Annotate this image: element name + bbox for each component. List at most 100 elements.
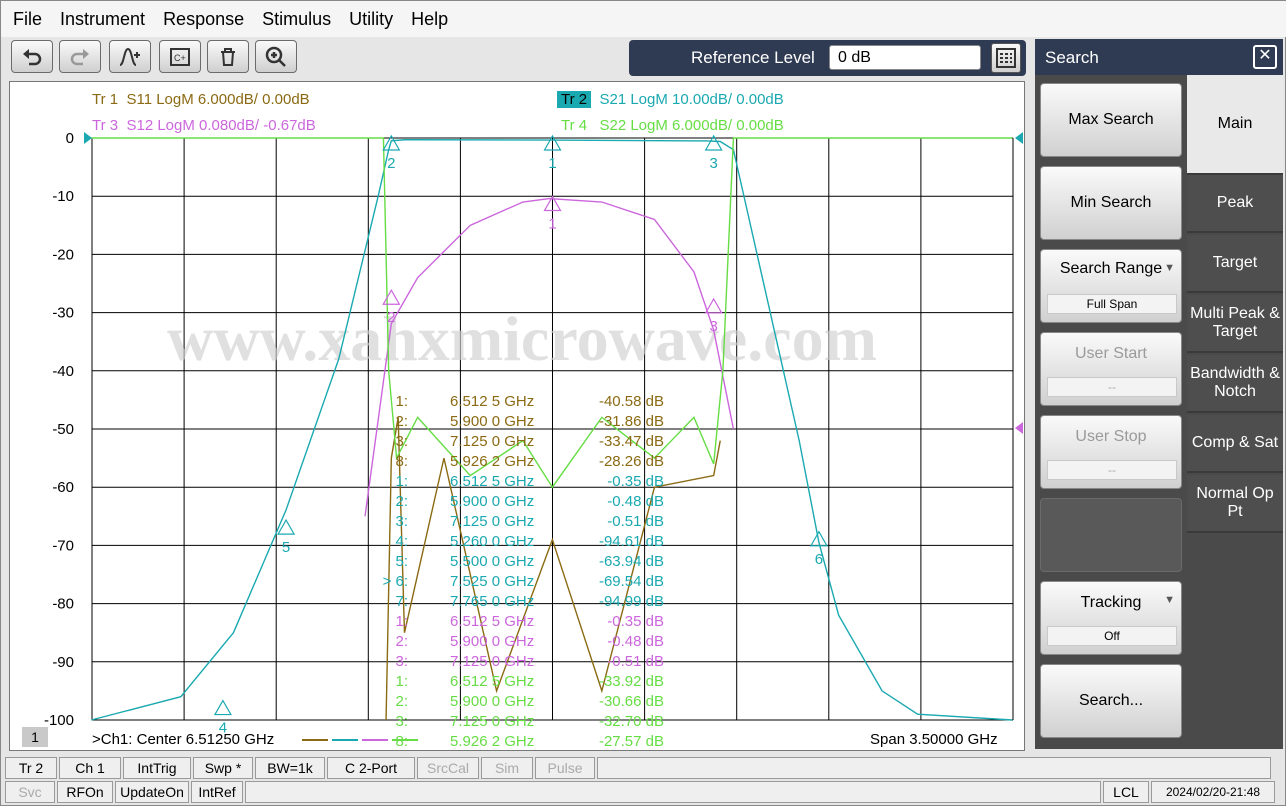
trace-legend-tr1[interactable]: Tr 1 S11 LogM 6.000dB/ 0.00dB [92, 91, 310, 108]
marker-table-value: -0.35 dB [607, 473, 664, 490]
menu-stimulus[interactable]: Stimulus [254, 9, 341, 30]
trace-plot[interactable]: www.xahxmicrowave.com 0-10-20-30-40-50-6… [10, 82, 1026, 752]
search-more-button[interactable]: Search... [1040, 664, 1182, 738]
keypad-button[interactable] [991, 43, 1021, 73]
search-range-button[interactable]: Search Range ▼ Full Span [1040, 249, 1182, 323]
trace-id-tr2: Tr 2 [557, 91, 592, 108]
menu-file[interactable]: File [5, 9, 52, 30]
tracking-label: Tracking [1080, 594, 1142, 611]
status-bandwidth[interactable]: BW=1k [255, 757, 325, 779]
marker-table-value: -33.47 dB [599, 433, 664, 450]
marker-table-value: -32.70 dB [599, 713, 664, 730]
marker-table-number: 2: [395, 413, 408, 430]
channel-button[interactable]: C+ [159, 40, 201, 73]
status-bar-bottom: Svc RFOn UpdateOn IntRef LCL 2024/02/20-… [5, 781, 1283, 805]
y-tick-label: -50 [52, 421, 74, 438]
right-reference-arrow-tr3 [1015, 422, 1023, 434]
search-range-label: Search Range [1059, 260, 1163, 277]
marker-table-value: -28.26 dB [599, 453, 664, 470]
menu-help[interactable]: Help [403, 9, 458, 30]
zoom-icon [265, 46, 286, 67]
user-stop-label: User Stop [1075, 428, 1147, 445]
status-intref[interactable]: IntRef [191, 781, 243, 803]
menu-response[interactable]: Response [155, 9, 254, 30]
marker-table-number: 7: [395, 593, 408, 610]
status-sweep[interactable]: Swp * [193, 757, 253, 779]
min-search-button[interactable]: Min Search [1040, 166, 1182, 240]
marker-table-frequency: 6.512 5 GHz [450, 473, 534, 490]
delete-icon [221, 47, 235, 66]
span-label[interactable]: Span 3.50000 GHz [870, 731, 998, 748]
marker-table-frequency: 5.900 0 GHz [450, 633, 534, 650]
status-update[interactable]: UpdateOn [115, 781, 189, 803]
max-search-button[interactable]: Max Search [1040, 83, 1182, 157]
close-icon: ✕ [1258, 47, 1272, 64]
reference-level-input[interactable]: 0 dB [829, 45, 981, 70]
marker-table-number: 1: [395, 393, 408, 410]
status-rfon[interactable]: RFOn [57, 781, 113, 803]
redo-button[interactable] [59, 40, 101, 73]
keypad-icon [996, 48, 1016, 68]
reference-level-control: Reference Level 0 dB [629, 40, 1026, 76]
marker-table-frequency: 5.900 0 GHz [450, 413, 534, 430]
marker-label: 1 [548, 155, 556, 172]
marker-table-frequency: 5.926 2 GHz [450, 733, 534, 750]
marker-table-value: -94.99 dB [599, 593, 664, 610]
marker-table-number: 2: [395, 693, 408, 710]
marker-table-number: 5: [395, 553, 408, 570]
y-tick-label: -10 [52, 188, 74, 205]
trace-legend-tr3[interactable]: Tr 3 S12 LogM 0.080dB/ -0.67dB [92, 117, 316, 134]
close-button[interactable]: ✕ [1253, 45, 1277, 69]
zoom-button[interactable] [255, 40, 297, 73]
status-trigger[interactable]: IntTrig [123, 757, 191, 779]
status-lcl[interactable]: LCL [1103, 781, 1149, 803]
marker-table-frequency: 6.512 5 GHz [450, 393, 534, 410]
undo-icon [23, 48, 42, 65]
marker-table-value: -0.51 dB [607, 513, 664, 530]
undo-button[interactable] [11, 40, 53, 73]
center-frequency-label[interactable]: >Ch1: Center 6.51250 GHz [92, 731, 274, 748]
tab-main[interactable]: Main [1187, 75, 1283, 175]
tab-target[interactable]: Target [1187, 235, 1283, 293]
marker-table-value: -0.35 dB [607, 613, 664, 630]
marker-table-frequency: 7.125 0 GHz [450, 713, 534, 730]
marker-table-frequency: 7.125 0 GHz [450, 433, 534, 450]
trace-legend-tr4[interactable]: Tr 4 S22 LogM 6.000dB/ 0.00dB [557, 117, 784, 134]
status-channel[interactable]: Ch 1 [59, 757, 121, 779]
marker-label: 6 [815, 551, 823, 568]
channel-badge[interactable]: 1 [22, 727, 48, 747]
marker-table-value: -63.94 dB [599, 553, 664, 570]
tab-normal-op-pt[interactable]: Normal Op Pt [1187, 475, 1283, 533]
tab-peak[interactable]: Peak [1187, 175, 1283, 233]
marker-table-frequency: 5.260 0 GHz [450, 533, 534, 550]
menu-instrument[interactable]: Instrument [52, 9, 155, 30]
tracking-button[interactable]: Tracking ▼ Off [1040, 581, 1182, 655]
marker-table-frequency: 7.125 0 GHz [450, 653, 534, 670]
trace-desc-tr4: S22 LogM 6.000dB/ 0.00dB [599, 117, 784, 134]
tab-multi-peak-target[interactable]: Multi Peak & Target [1187, 295, 1283, 353]
marker-table-number: 3: [395, 653, 408, 670]
status-calibration[interactable]: C 2-Port [327, 757, 415, 779]
redo-icon [70, 48, 89, 65]
tab-bandwidth-notch[interactable]: Bandwidth & Notch [1187, 355, 1283, 413]
marker-table-number: 3: [395, 713, 408, 730]
marker-table-value: -31.86 dB [599, 413, 664, 430]
delete-button[interactable] [207, 40, 249, 73]
menu-utility[interactable]: Utility [341, 9, 403, 30]
status-trace[interactable]: Tr 2 [5, 757, 57, 779]
tab-comp-sat[interactable]: Comp & Sat [1187, 415, 1283, 473]
dropdown-caret-icon: ▼ [1164, 262, 1175, 274]
search-tabs: Main Peak Target Multi Peak & Target Ban… [1187, 75, 1283, 749]
user-stop-button: User Stop -- [1040, 415, 1182, 489]
empty-slot [1040, 498, 1182, 572]
status-srccal: SrcCal [417, 757, 479, 779]
reference-level-label: Reference Level [691, 48, 815, 67]
marker-table-number: 8: [395, 453, 408, 470]
marker-table-number: 2: [395, 493, 408, 510]
dropdown-caret-icon: ▼ [1164, 594, 1175, 606]
marker-table-value: -69.54 dB [599, 573, 664, 590]
marker-table-number: > 6: [383, 573, 408, 590]
add-marker-button[interactable] [109, 40, 151, 73]
trace-legend-tr2[interactable]: Tr 2 S21 LogM 10.00dB/ 0.00dB [557, 91, 784, 108]
marker-table-frequency: 5.900 0 GHz [450, 693, 534, 710]
